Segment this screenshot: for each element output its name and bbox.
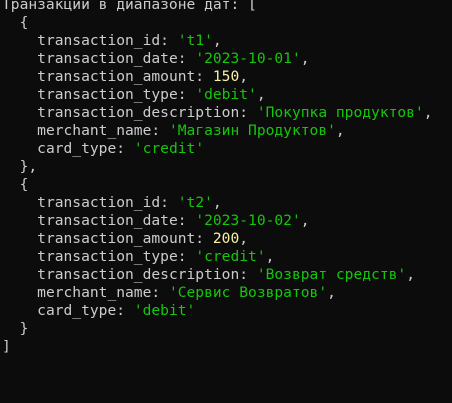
string-value: 'Возврат средств'	[256, 266, 407, 283]
brace-open: {	[19, 14, 29, 31]
field-merchant-name: merchant_name: 'Сервис Возвратов',	[37, 284, 336, 301]
string-value: 't1'	[177, 32, 213, 49]
field-transaction-type: transaction_type: 'credit',	[37, 248, 275, 265]
string-value: '2023-10-01'	[195, 50, 301, 67]
key-label: transaction_type:	[37, 86, 196, 103]
key-label: card_type:	[37, 302, 134, 319]
number-value: 150	[212, 68, 240, 85]
string-value: 'debit'	[133, 302, 196, 319]
brace-open: {	[19, 176, 29, 193]
key-label: transaction_date:	[37, 212, 196, 229]
field-merchant-name: merchant_name: 'Магазин Продуктов',	[37, 122, 345, 139]
key-label: merchant_name:	[37, 122, 169, 139]
string-value: 't2'	[177, 194, 213, 211]
string-value: '2023-10-02'	[195, 212, 301, 229]
string-value: 'credit'	[133, 140, 205, 157]
output-header: Транзакции в диапазоне дат: [	[2, 0, 257, 13]
list-item-open: {	[2, 176, 433, 194]
terminal-output: Транзакции в диапазоне дат: [ { transact…	[2, 0, 433, 356]
string-value: 'debit'	[195, 86, 257, 103]
brace-close: }	[19, 320, 29, 337]
key-label: transaction_id:	[37, 194, 178, 211]
list-close: ]	[2, 338, 11, 355]
list-item-close: },	[2, 158, 433, 176]
string-value: 'Сервис Возвратов'	[168, 284, 328, 301]
key-label: transaction_description:	[37, 266, 257, 283]
string-value: 'Магазин Продуктов'	[168, 122, 336, 139]
key-label: transaction_date:	[37, 50, 196, 67]
key-label: card_type:	[37, 140, 134, 157]
brace-close: },	[19, 158, 38, 175]
key-label: transaction_id:	[37, 32, 178, 49]
field-transaction-amount: transaction_amount: 150,	[37, 68, 249, 85]
field-transaction-date: transaction_date: '2023-10-02',	[37, 212, 310, 229]
key-label: transaction_type:	[37, 248, 196, 265]
field-transaction-date: transaction_date: '2023-10-01',	[37, 50, 310, 67]
number-value: 200	[212, 230, 240, 247]
field-transaction-description: transaction_description: 'Покупка продук…	[37, 104, 433, 121]
field-transaction-id: transaction_id: 't1',	[37, 32, 222, 49]
key-label: transaction_description:	[37, 104, 257, 121]
field-transaction-type: transaction_type: 'debit',	[37, 86, 266, 103]
key-label: transaction_amount:	[37, 230, 213, 247]
field-transaction-amount: transaction_amount: 200,	[37, 230, 249, 247]
string-value: 'Покупка продуктов'	[256, 104, 424, 121]
list-item-close: }	[2, 320, 433, 338]
key-label: merchant_name:	[37, 284, 169, 301]
string-value: 'credit'	[195, 248, 266, 265]
terminal-window[interactable]: Транзакции в диапазоне дат: [ { transact…	[0, 0, 452, 403]
field-card-type: card_type: 'debit'	[2, 302, 433, 320]
field-transaction-id: transaction_id: 't2',	[37, 194, 222, 211]
field-transaction-description: transaction_description: 'Возврат средст…	[37, 266, 415, 283]
list-item-open: {	[2, 14, 433, 32]
key-label: transaction_amount:	[37, 68, 213, 85]
field-card-type: card_type: 'credit'	[2, 140, 433, 158]
